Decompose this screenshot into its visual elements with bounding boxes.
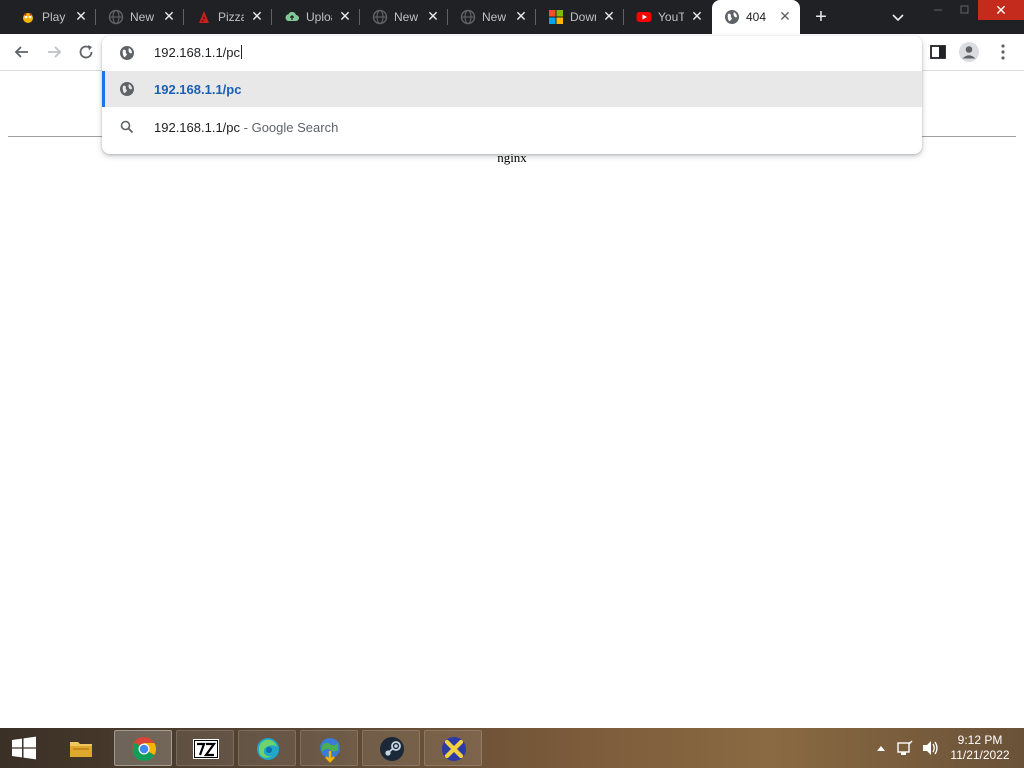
tab-3[interactable]: Pizza ✕ (184, 0, 272, 34)
tab-strip: Play ✕ New ✕ Pizza ✕ Upload ✕ (0, 0, 1024, 34)
tab-title: Download (570, 10, 596, 24)
windows-taskbar: 9:12 PM 11/21/2022 (0, 728, 1024, 768)
text-caret (241, 45, 243, 59)
globe-icon (120, 82, 134, 96)
7zip-icon (193, 739, 219, 759)
taskbar-app-x[interactable] (424, 730, 482, 766)
tab-title: Upload (306, 10, 332, 24)
system-clock[interactable]: 9:12 PM 11/21/2022 (944, 733, 1016, 763)
globe-icon (725, 10, 739, 24)
restore-icon (960, 5, 969, 14)
volume-icon[interactable] (920, 728, 940, 768)
tab-title: New (482, 10, 507, 24)
omnibox-dropdown: 192.168.1.1/pc 192.168.1.1/pc 192.168.1.… (102, 36, 922, 154)
search-icon (120, 120, 134, 134)
page-content: nginx (0, 72, 1024, 728)
suggestion-text: 192.168.1.1/pc - Google Search (154, 120, 338, 135)
pizza-icon (199, 11, 209, 23)
suggestion-text: 192.168.1.1/pc (154, 82, 242, 97)
forward-arrow-icon[interactable] (44, 42, 64, 62)
address-bar[interactable]: 192.168.1.1/pc (102, 36, 922, 70)
network-icon[interactable] (896, 728, 914, 768)
taskbar-edge[interactable] (238, 730, 296, 766)
download-manager-icon (320, 738, 340, 763)
suggestion-url[interactable]: 192.168.1.1/pc (102, 71, 922, 107)
back-arrow-icon[interactable] (12, 42, 32, 62)
game-icon (23, 13, 33, 23)
clock-date: 11/21/2022 (950, 748, 1010, 762)
address-input-value: 192.168.1.1/pc (154, 45, 241, 60)
profile-avatar-icon[interactable] (958, 41, 980, 63)
chrome-icon (132, 737, 157, 762)
show-hidden-icons-icon[interactable] (874, 728, 888, 768)
tab-2[interactable]: New ✕ (96, 0, 184, 34)
microsoft-icon (549, 10, 563, 24)
close-icon[interactable]: ✕ (250, 9, 264, 23)
suggestion-search[interactable]: 192.168.1.1/pc - Google Search (102, 109, 922, 145)
close-icon[interactable]: ✕ (426, 9, 440, 23)
tab-1[interactable]: Play ✕ (8, 0, 96, 34)
steam-icon (380, 737, 404, 761)
close-icon[interactable]: ✕ (690, 9, 704, 23)
youtube-icon (636, 12, 652, 22)
close-icon[interactable]: ✕ (514, 9, 528, 23)
clock-time: 9:12 PM (957, 733, 1003, 747)
tab-8[interactable]: YouTube ✕ (624, 0, 712, 34)
taskbar-chrome[interactable] (114, 730, 172, 766)
globe-icon (372, 9, 388, 25)
close-icon: ✕ (995, 2, 1007, 18)
taskbar-7zip[interactable] (176, 730, 234, 766)
chevron-down-icon[interactable] (890, 9, 906, 25)
tab-9-active[interactable]: 404 ✕ (712, 0, 800, 34)
tab-6[interactable]: New ✕ (448, 0, 536, 34)
tab-4[interactable]: Upload ✕ (272, 0, 360, 34)
suggestion-description: - Google Search (240, 120, 339, 135)
tab-title: 404 (746, 10, 767, 24)
minimize-button[interactable] (926, 0, 950, 20)
tab-5[interactable]: New ✕ (360, 0, 448, 34)
tab-title: New (394, 10, 419, 24)
windows-start-icon[interactable] (4, 732, 44, 764)
taskbar-file-explorer[interactable] (52, 730, 110, 766)
side-panel-icon[interactable] (928, 42, 948, 62)
more-menu-icon[interactable] (993, 42, 1013, 62)
x-app-icon (442, 737, 466, 761)
tab-title: Play (42, 10, 66, 24)
close-icon[interactable]: ✕ (778, 9, 792, 23)
maximize-button[interactable] (952, 0, 976, 20)
globe-icon (108, 9, 124, 25)
address-input[interactable]: 192.168.1.1/pc (154, 45, 243, 60)
suggestion-query: 192.168.1.1/pc (154, 120, 241, 135)
selection-indicator (102, 71, 105, 107)
tab-title: New (130, 10, 155, 24)
taskbar-internet-download-manager[interactable] (300, 730, 358, 766)
globe-icon (460, 9, 476, 25)
folder-icon (70, 742, 92, 757)
tab-title: YouTube (658, 10, 684, 24)
close-icon[interactable]: ✕ (602, 9, 616, 23)
cloud-upload-icon (285, 11, 299, 21)
window-close-button[interactable]: ✕ (978, 0, 1024, 20)
close-icon[interactable]: ✕ (338, 9, 352, 23)
reload-icon[interactable] (76, 42, 96, 62)
new-tab-button[interactable]: + (810, 7, 832, 27)
close-icon[interactable]: ✕ (162, 9, 176, 23)
globe-icon (120, 46, 134, 60)
tab-7[interactable]: Download ✕ (536, 0, 624, 34)
close-icon[interactable]: ✕ (74, 9, 88, 23)
minimize-icon (934, 9, 942, 11)
taskbar-steam[interactable] (362, 730, 420, 766)
edge-icon (257, 738, 279, 760)
tab-title: Pizza (218, 10, 244, 24)
